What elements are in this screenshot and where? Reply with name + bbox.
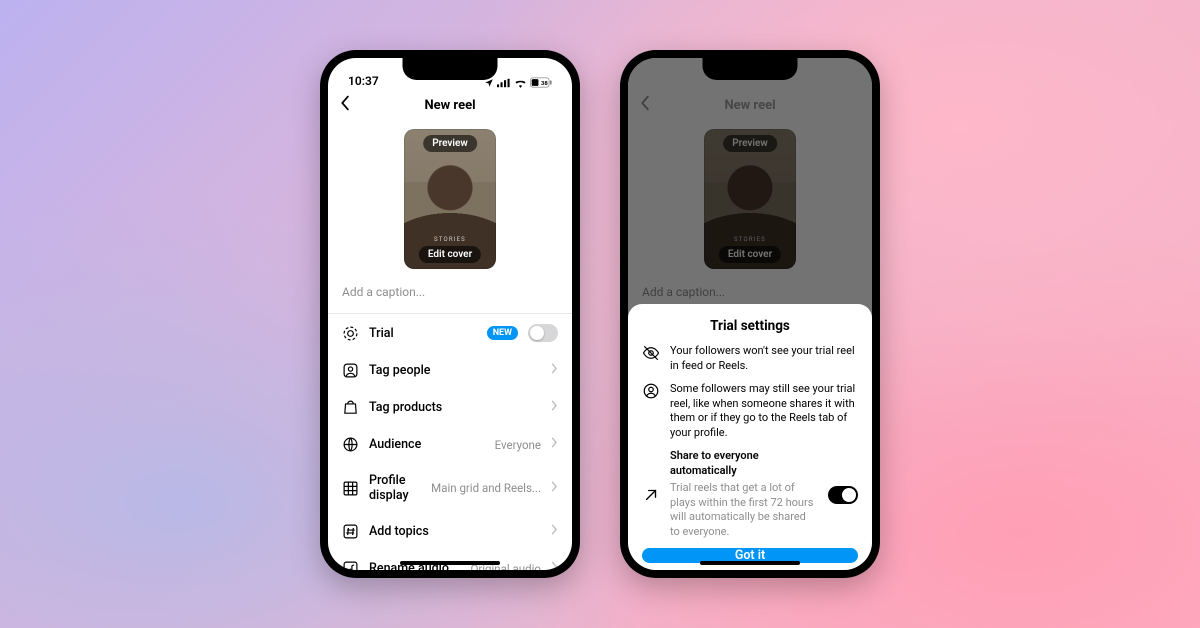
row-label: Audience (369, 437, 485, 452)
row-trial[interactable]: Trial NEW (328, 314, 572, 352)
new-badge: NEW (487, 326, 518, 340)
shopping-bag-icon (342, 399, 359, 416)
row-rename-audio[interactable]: Rename audio Original audio (328, 550, 572, 570)
person-icon (342, 362, 359, 379)
row-value: Main grid and Reels... (431, 481, 541, 495)
signal-icon (497, 78, 511, 88)
row-label: Add topics (369, 524, 541, 539)
row-label: Trial (369, 326, 477, 341)
sheet-item-some-may-see: Some followers may still see your trial … (642, 382, 858, 441)
sheet-item-text: Some followers may still see your trial … (670, 382, 858, 441)
settings-rows: Trial NEW Tag people Tag products (328, 314, 572, 570)
row-value: Everyone (495, 438, 541, 452)
cover-thumbnail[interactable]: Preview STORIES Edit cover (404, 129, 496, 269)
screen: 10:37 38 New reel Preview STORIES Edit c… (328, 58, 572, 570)
row-tag-products[interactable]: Tag products (328, 389, 572, 426)
preview-button[interactable]: Preview (423, 135, 477, 152)
back-button[interactable] (336, 91, 355, 119)
trial-toggle[interactable] (528, 324, 558, 342)
row-label: Profile display (369, 473, 421, 503)
globe-icon (342, 436, 359, 453)
sheet-actions: Got it Learn more (642, 548, 858, 570)
cover-preview-area: Preview STORIES Edit cover (328, 121, 572, 275)
learn-more-link[interactable]: Learn more (642, 569, 858, 570)
auto-share-toggle[interactable] (828, 486, 858, 504)
sheet-item-title: Share to everyone automatically (670, 449, 818, 479)
row-add-topics[interactable]: Add topics (328, 513, 572, 550)
home-indicator[interactable] (700, 561, 800, 565)
phone-right: 10:37 38 New reel Preview STORIES Edit c… (620, 50, 880, 578)
stories-label: STORIES (434, 236, 466, 243)
sheet-item-text: Your followers won't see your trial reel… (670, 344, 858, 374)
home-indicator[interactable] (400, 561, 500, 565)
wifi-icon (514, 78, 527, 88)
notch (703, 58, 798, 80)
row-tag-people[interactable]: Tag people (328, 352, 572, 389)
status-icons: 38 (484, 77, 552, 88)
page-title: New reel (424, 98, 475, 113)
sheet-item-hidden-from-followers: Your followers won't see your trial reel… (642, 344, 858, 374)
chevron-right-icon (551, 524, 558, 539)
chevron-left-icon (340, 95, 351, 111)
row-label: Tag people (369, 363, 541, 378)
row-profile-display[interactable]: Profile display Main grid and Reels... (328, 463, 572, 513)
chevron-right-icon (551, 400, 558, 415)
battery-icon: 38 (530, 77, 552, 88)
music-icon (342, 560, 359, 570)
sheet-item-subtext: Trial reels that get a lot of plays with… (670, 481, 818, 540)
svg-text:38: 38 (541, 81, 548, 87)
row-audience[interactable]: Audience Everyone (328, 426, 572, 463)
chevron-right-icon (551, 437, 558, 452)
chevron-right-icon (551, 561, 558, 570)
notch (403, 58, 498, 80)
eye-off-icon (642, 344, 660, 362)
sheet-title: Trial settings (642, 318, 858, 334)
edit-cover-button[interactable]: Edit cover (419, 246, 481, 263)
grid-icon (342, 480, 359, 497)
chevron-right-icon (551, 363, 558, 378)
phone-left: 10:37 38 New reel Preview STORIES Edit c… (320, 50, 580, 578)
nav-bar: New reel (328, 90, 572, 121)
status-time: 10:37 (348, 74, 379, 88)
screen: 10:37 38 New reel Preview STORIES Edit c… (628, 58, 872, 570)
content: Preview STORIES Edit cover Add a caption… (328, 121, 572, 570)
chevron-right-icon (551, 481, 558, 496)
trial-icon (342, 325, 359, 342)
sheet-item-auto-share: Share to everyone automatically Trial re… (642, 449, 858, 540)
hashtag-icon (342, 523, 359, 540)
row-label: Tag products (369, 400, 541, 415)
person-circle-icon (642, 382, 660, 400)
trial-settings-sheet: Trial settings Your followers won't see … (628, 304, 872, 570)
caption-input[interactable]: Add a caption... (328, 275, 572, 314)
share-arrow-icon (642, 486, 660, 504)
